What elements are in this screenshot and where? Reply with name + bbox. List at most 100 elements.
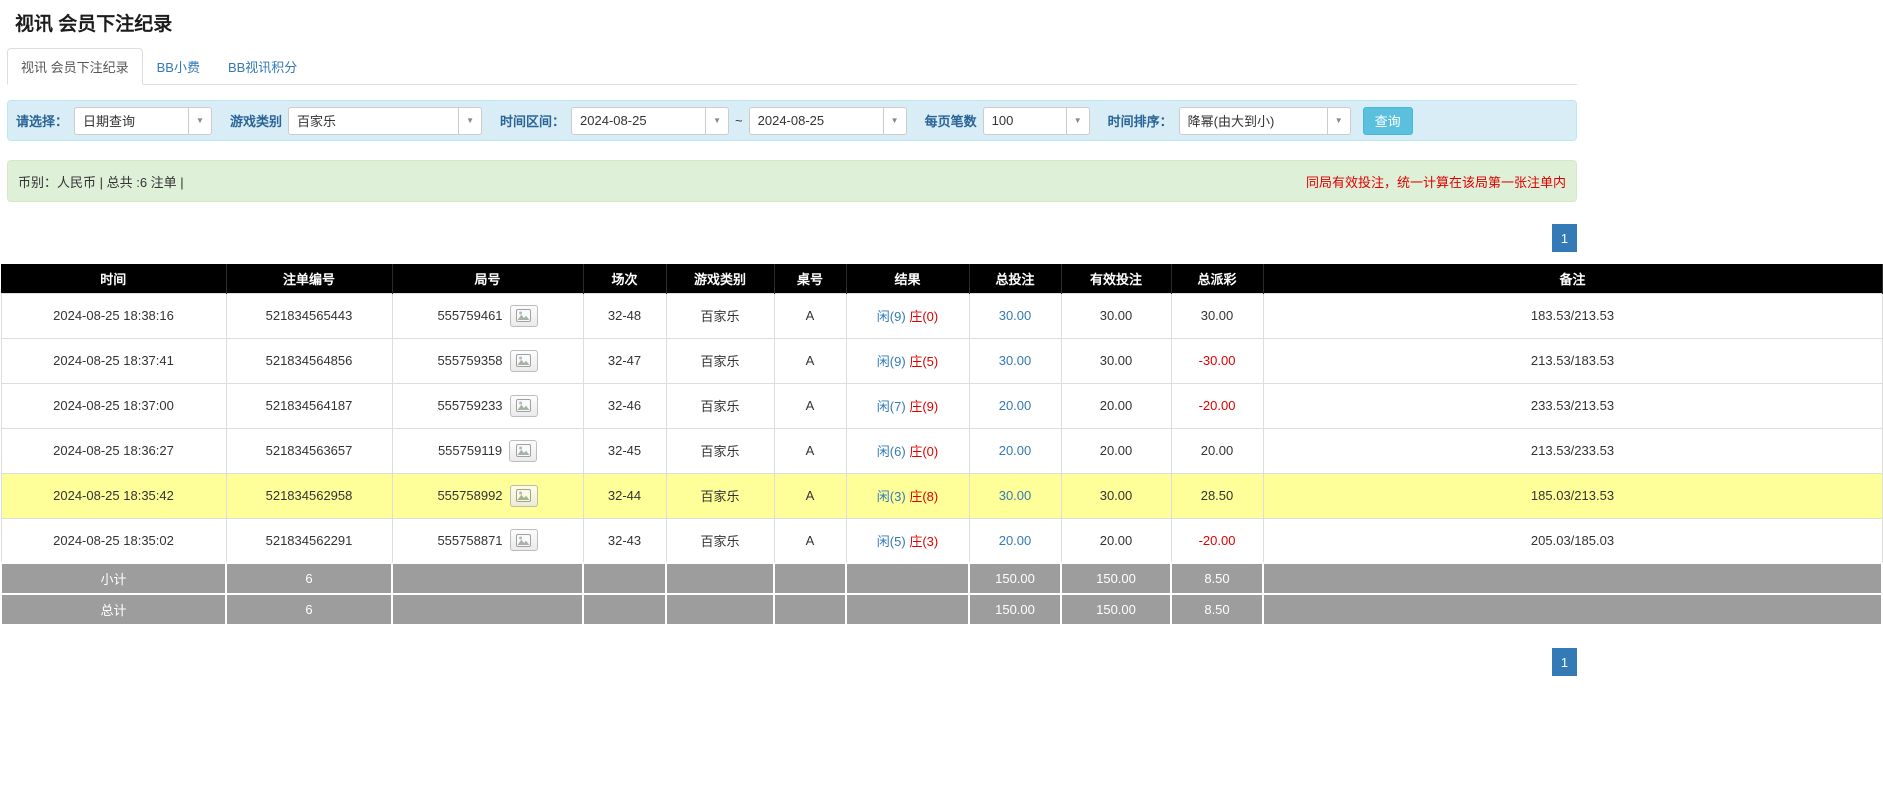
total-bet-link[interactable]: 20.00 <box>999 398 1032 413</box>
cell-remark: 183.53/213.53 <box>1263 293 1882 338</box>
footer-empty <box>392 563 583 594</box>
cell-round-id: 555759233 <box>392 383 583 428</box>
date-from-value[interactable]: 2024-08-25 <box>571 107 706 135</box>
query-type-select[interactable]: 日期查询 ▼ <box>74 107 212 135</box>
total-bet-link[interactable]: 20.00 <box>999 533 1032 548</box>
table-row: 2024-08-25 18:37:00521834564187555759233… <box>1 383 1882 428</box>
column-header: 总派彩 <box>1171 264 1263 293</box>
cell-remark: 233.53/213.53 <box>1263 383 1882 428</box>
pagination-top: 1 <box>7 224 1577 252</box>
chevron-down-icon[interactable]: ▼ <box>1327 107 1351 135</box>
cell-result: 闲(7) 庄(9) <box>846 383 969 428</box>
cell-total-bet: 30.00 <box>969 473 1061 518</box>
result-banker: 庄(3) <box>909 534 938 549</box>
sort-order-label: 时间排序： <box>1108 111 1173 130</box>
chevron-down-icon[interactable]: ▼ <box>883 107 907 135</box>
per-page-value[interactable]: 100 <box>983 107 1067 135</box>
replay-video-icon[interactable] <box>510 529 538 551</box>
total-row: 总计6150.00150.008.50 <box>1 594 1882 625</box>
column-header: 桌号 <box>774 264 846 293</box>
result-banker: 庄(8) <box>909 489 938 504</box>
replay-video-icon[interactable] <box>509 440 537 462</box>
cell-session: 32-48 <box>583 293 666 338</box>
cell-payout: 28.50 <box>1171 473 1263 518</box>
page-title: 视讯 会员下注纪录 <box>7 0 1577 38</box>
cell-payout: 30.00 <box>1171 293 1263 338</box>
column-header: 场次 <box>583 264 666 293</box>
replay-video-icon[interactable] <box>510 305 538 327</box>
query-type-value[interactable]: 日期查询 <box>74 107 189 135</box>
search-button[interactable]: 查询 <box>1363 107 1413 135</box>
pagination-page-1-bottom[interactable]: 1 <box>1552 648 1577 676</box>
table-header-row: 时间注单编号局号场次游戏类别桌号结果总投注有效投注总派彩备注 <box>1 264 1882 293</box>
cell-session: 32-43 <box>583 518 666 563</box>
total-bet-link[interactable]: 30.00 <box>999 308 1032 323</box>
cell-session: 32-46 <box>583 383 666 428</box>
pagination-bottom: 1 <box>7 648 1577 676</box>
round-number: 555758992 <box>437 488 502 503</box>
chevron-down-icon[interactable]: ▼ <box>188 107 212 135</box>
pagination-page-1[interactable]: 1 <box>1552 224 1577 252</box>
chevron-down-icon[interactable]: ▼ <box>705 107 729 135</box>
chevron-down-icon[interactable]: ▼ <box>1066 107 1090 135</box>
replay-video-icon[interactable] <box>510 350 538 372</box>
cell-payout: -20.00 <box>1171 518 1263 563</box>
round-number: 555759461 <box>437 308 502 323</box>
cell-table-no: A <box>774 473 846 518</box>
result-player: 闲(9) <box>877 354 906 369</box>
result-player: 闲(7) <box>877 399 906 414</box>
cell-game-type: 百家乐 <box>666 473 774 518</box>
column-header: 总投注 <box>969 264 1061 293</box>
round-number: 555759233 <box>437 398 502 413</box>
result-player: 闲(5) <box>877 534 906 549</box>
cell-time: 2024-08-25 18:38:16 <box>1 293 226 338</box>
cell-session: 32-47 <box>583 338 666 383</box>
per-page-select[interactable]: 100 ▼ <box>983 107 1090 135</box>
chevron-down-icon[interactable]: ▼ <box>458 107 482 135</box>
date-to-select[interactable]: 2024-08-25 ▼ <box>749 107 907 135</box>
sort-order-select[interactable]: 降幂(由大到小) ▼ <box>1179 107 1351 135</box>
date-range-separator: ~ <box>735 113 743 128</box>
cell-valid-bet: 20.00 <box>1061 428 1171 473</box>
footer-empty <box>392 594 583 625</box>
game-type-select[interactable]: 百家乐 ▼ <box>288 107 482 135</box>
betting-records-table: 时间注单编号局号场次游戏类别桌号结果总投注有效投注总派彩备注 2024-08-2… <box>0 264 1883 626</box>
date-to-value[interactable]: 2024-08-25 <box>749 107 884 135</box>
cell-total-bet: 20.00 <box>969 383 1061 428</box>
cell-table-no: A <box>774 293 846 338</box>
tab-betting-records[interactable]: 视讯 会员下注纪录 <box>7 48 143 85</box>
column-header: 有效投注 <box>1061 264 1171 293</box>
replay-video-icon[interactable] <box>510 395 538 417</box>
footer-empty <box>774 594 846 625</box>
result-banker: 庄(0) <box>909 309 938 324</box>
cell-table-no: A <box>774 518 846 563</box>
game-type-value[interactable]: 百家乐 <box>288 107 459 135</box>
table-row: 2024-08-25 18:37:41521834564856555759358… <box>1 338 1882 383</box>
cell-bet-id: 521834565443 <box>226 293 392 338</box>
total-bet-link[interactable]: 20.00 <box>999 443 1032 458</box>
total-bet-link[interactable]: 30.00 <box>999 353 1032 368</box>
cell-valid-bet: 30.00 <box>1061 338 1171 383</box>
table-row: 2024-08-25 18:36:27521834563657555759119… <box>1 428 1882 473</box>
result-player: 闲(3) <box>877 489 906 504</box>
replay-video-icon[interactable] <box>510 485 538 507</box>
date-from-select[interactable]: 2024-08-25 ▼ <box>571 107 729 135</box>
cell-payout: -20.00 <box>1171 383 1263 428</box>
result-banker: 庄(9) <box>909 399 938 414</box>
cell-round-id: 555758871 <box>392 518 583 563</box>
cell-game-type: 百家乐 <box>666 338 774 383</box>
per-page-label: 每页笔数 <box>925 111 977 130</box>
tab-bb-tip[interactable]: BB小费 <box>143 48 214 85</box>
table-row: 2024-08-25 18:35:02521834562291555758871… <box>1 518 1882 563</box>
cell-game-type: 百家乐 <box>666 428 774 473</box>
cell-total-bet: 30.00 <box>969 338 1061 383</box>
footer-empty <box>774 563 846 594</box>
tab-bb-video-points[interactable]: BB视讯积分 <box>214 48 311 85</box>
cell-result: 闲(5) 庄(3) <box>846 518 969 563</box>
round-number: 555758871 <box>437 533 502 548</box>
total-bet-link[interactable]: 30.00 <box>999 488 1032 503</box>
column-header: 注单编号 <box>226 264 392 293</box>
sort-order-value[interactable]: 降幂(由大到小) <box>1179 107 1328 135</box>
cell-total-bet: 20.00 <box>969 428 1061 473</box>
cell-remark: 213.53/233.53 <box>1263 428 1882 473</box>
